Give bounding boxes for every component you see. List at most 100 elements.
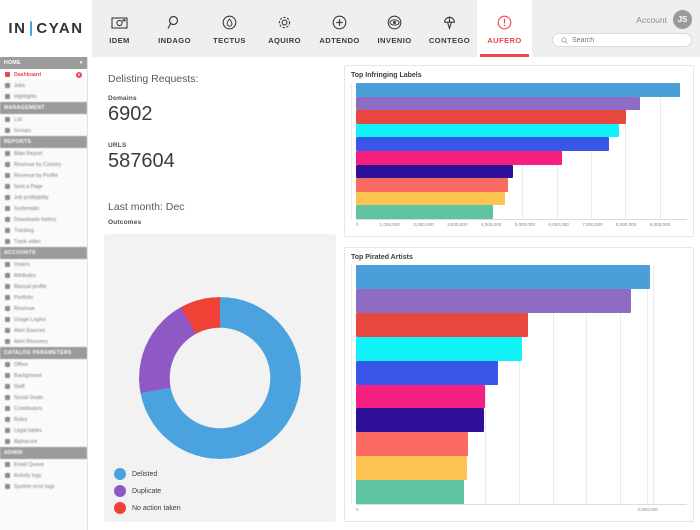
sidebar-group-header: MANAGEMENT <box>0 102 87 114</box>
sidebar-item-offers[interactable]: Offers <box>0 359 87 370</box>
sidebar-item-portfolio[interactable]: Portfolio <box>0 292 87 303</box>
app-logo[interactable]: IN CYAN <box>0 0 92 57</box>
urls-label: URLS <box>108 142 127 149</box>
nav-item-aufero[interactable]: AUFERO <box>477 0 532 57</box>
sidebar-item-legal-tables[interactable]: Legal tables <box>0 425 87 436</box>
sidebar-nav[interactable]: HOME « Dashboard 0 Jobs Highlights MANAGEMENT L… <box>0 57 88 530</box>
account-button[interactable]: Account JS <box>636 10 692 29</box>
sidebar-item-main-report[interactable]: Main Report <box>0 148 87 159</box>
sidebar-item-revenue[interactable]: Revenue <box>0 303 87 314</box>
sidebar-item-manual-profile[interactable]: Manual profile <box>0 281 87 292</box>
axis-tick-label: 6,000,000 <box>548 222 569 227</box>
sidebar-group-title: REPORTS <box>4 139 32 145</box>
sidebar-item-job-profitability[interactable]: Job profitability <box>0 192 87 203</box>
sidebar-item-label: Orders <box>14 261 30 268</box>
sidebar-item-roles[interactable]: Roles <box>0 414 87 425</box>
sidebar-item-downloads-history[interactable]: Downloads history <box>0 214 87 225</box>
top-header: IN CYAN IDEM INDAGO TECTUS AQUIRO ADTEND… <box>0 0 700 57</box>
droplet-circle-icon <box>222 13 237 33</box>
legend-swatch-icon <box>114 502 126 514</box>
sidebar-item-icon <box>5 83 10 88</box>
sidebar-item-label: Roles <box>14 416 28 423</box>
nav-label: AQUIRO <box>268 35 301 45</box>
sidebar-group-title: MANAGEMENT <box>4 105 45 111</box>
plot-area <box>351 83 687 219</box>
sidebar-item-label: Systematic <box>14 205 40 212</box>
bar[interactable] <box>356 480 465 505</box>
bar[interactable] <box>356 178 508 192</box>
nav-item-indago[interactable]: INDAGO <box>147 0 202 57</box>
sidebar-item-highlights[interactable]: Highlights <box>0 91 87 102</box>
bar[interactable] <box>356 408 484 433</box>
sidebar-item-label: Legal tables <box>14 427 42 434</box>
sidebar-item-jobs[interactable]: Jobs <box>0 80 87 91</box>
sidebar-item-alphacore[interactable]: Alphacore <box>0 436 87 447</box>
logo-text-left: IN <box>8 20 27 37</box>
bar[interactable] <box>356 137 610 151</box>
nav-item-contego[interactable]: CONTEGO <box>422 0 477 57</box>
nav-item-invenio[interactable]: INVENIO <box>367 0 422 57</box>
sidebar-item-label: Jobs <box>14 82 25 89</box>
bar[interactable] <box>356 191 505 206</box>
sidebar-item-orders[interactable]: Orders <box>0 259 87 270</box>
bar[interactable] <box>356 360 499 385</box>
bar[interactable] <box>356 456 467 481</box>
sidebar-group-header: ACCOUNTS <box>0 247 87 259</box>
sidebar-item-dashboard[interactable]: Dashboard 0 <box>0 69 87 80</box>
sidebar-item-sent-a-page[interactable]: Sent a Page <box>0 181 87 192</box>
sidebar-item-systematic[interactable]: Systematic <box>0 203 87 214</box>
sidebar-item-attributes[interactable]: Attributes <box>0 270 87 281</box>
bar[interactable] <box>356 123 620 138</box>
sidebar-item-label: Email Queue <box>14 461 44 468</box>
nav-label: TECTUS <box>213 35 246 45</box>
sidebar-item-background[interactable]: Background <box>0 370 87 381</box>
bar[interactable] <box>356 83 681 97</box>
avatar[interactable]: JS <box>673 10 692 29</box>
search-box[interactable] <box>552 33 692 47</box>
sidebar-item-icon <box>5 328 10 333</box>
sidebar-item-revenue-by-country[interactable]: Revenue by Country <box>0 159 87 170</box>
primary-nav: IDEM INDAGO TECTUS AQUIRO ADTENDO INVENI… <box>92 0 532 57</box>
legend-item[interactable]: No action taken <box>114 502 181 514</box>
sidebar-item-contributors[interactable]: Contributors <box>0 403 87 414</box>
sidebar-item-icon <box>5 117 10 122</box>
sidebar-item-icon <box>5 395 10 400</box>
search-input[interactable] <box>572 36 683 44</box>
sidebar-item-tracking[interactable]: Tracking <box>0 225 87 236</box>
nav-item-tectus[interactable]: TECTUS <box>202 0 257 57</box>
sidebar-item-social-goals[interactable]: Social Goals <box>0 392 87 403</box>
sidebar-item-revenue-by-profile[interactable]: Revenue by Profile <box>0 170 87 181</box>
nav-item-aquiro[interactable]: AQUIRO <box>257 0 312 57</box>
sidebar-item-list[interactable]: List <box>0 114 87 125</box>
bar[interactable] <box>356 96 640 111</box>
sidebar-item-icon <box>5 428 10 433</box>
sidebar-item-track-video[interactable]: Track video <box>0 236 87 247</box>
legend-item[interactable]: Delisted <box>114 468 181 480</box>
nav-item-adtendo[interactable]: ADTENDO <box>312 0 367 57</box>
sidebar-item-system-error-logs[interactable]: System error logs <box>0 481 87 492</box>
bar[interactable] <box>356 265 650 289</box>
bar[interactable] <box>356 205 493 219</box>
bar[interactable] <box>356 288 631 313</box>
bar[interactable] <box>356 150 563 165</box>
sidebar-item-alert-recovery[interactable]: Alert Recovery <box>0 336 87 347</box>
collapse-icon[interactable]: « <box>79 60 83 66</box>
sidebar-item-activity-logs[interactable]: Activity logs <box>0 470 87 481</box>
sidebar-item-email-queue[interactable]: Email Queue <box>0 459 87 470</box>
nav-item-idem[interactable]: IDEM <box>92 0 147 57</box>
legend-item[interactable]: Duplicate <box>114 485 181 497</box>
sidebar-item-label: Staff <box>14 383 25 390</box>
sidebar-item-groups[interactable]: Groups <box>0 125 87 136</box>
outcomes-label: Outcomes <box>108 219 142 226</box>
sidebar-item-usage-logins[interactable]: Usage Logins <box>0 314 87 325</box>
bar[interactable] <box>356 384 486 409</box>
bar[interactable] <box>356 336 523 361</box>
bar[interactable] <box>356 164 514 179</box>
bar[interactable] <box>356 312 528 337</box>
bar[interactable] <box>356 432 469 457</box>
sidebar-item-alert-sources[interactable]: Alert Sources <box>0 325 87 336</box>
bar[interactable] <box>356 110 627 124</box>
sidebar-item-label: Main Report <box>14 150 43 157</box>
sidebar-item-staff[interactable]: Staff <box>0 381 87 392</box>
axis-tick-label: 9,000,000 <box>649 222 671 227</box>
